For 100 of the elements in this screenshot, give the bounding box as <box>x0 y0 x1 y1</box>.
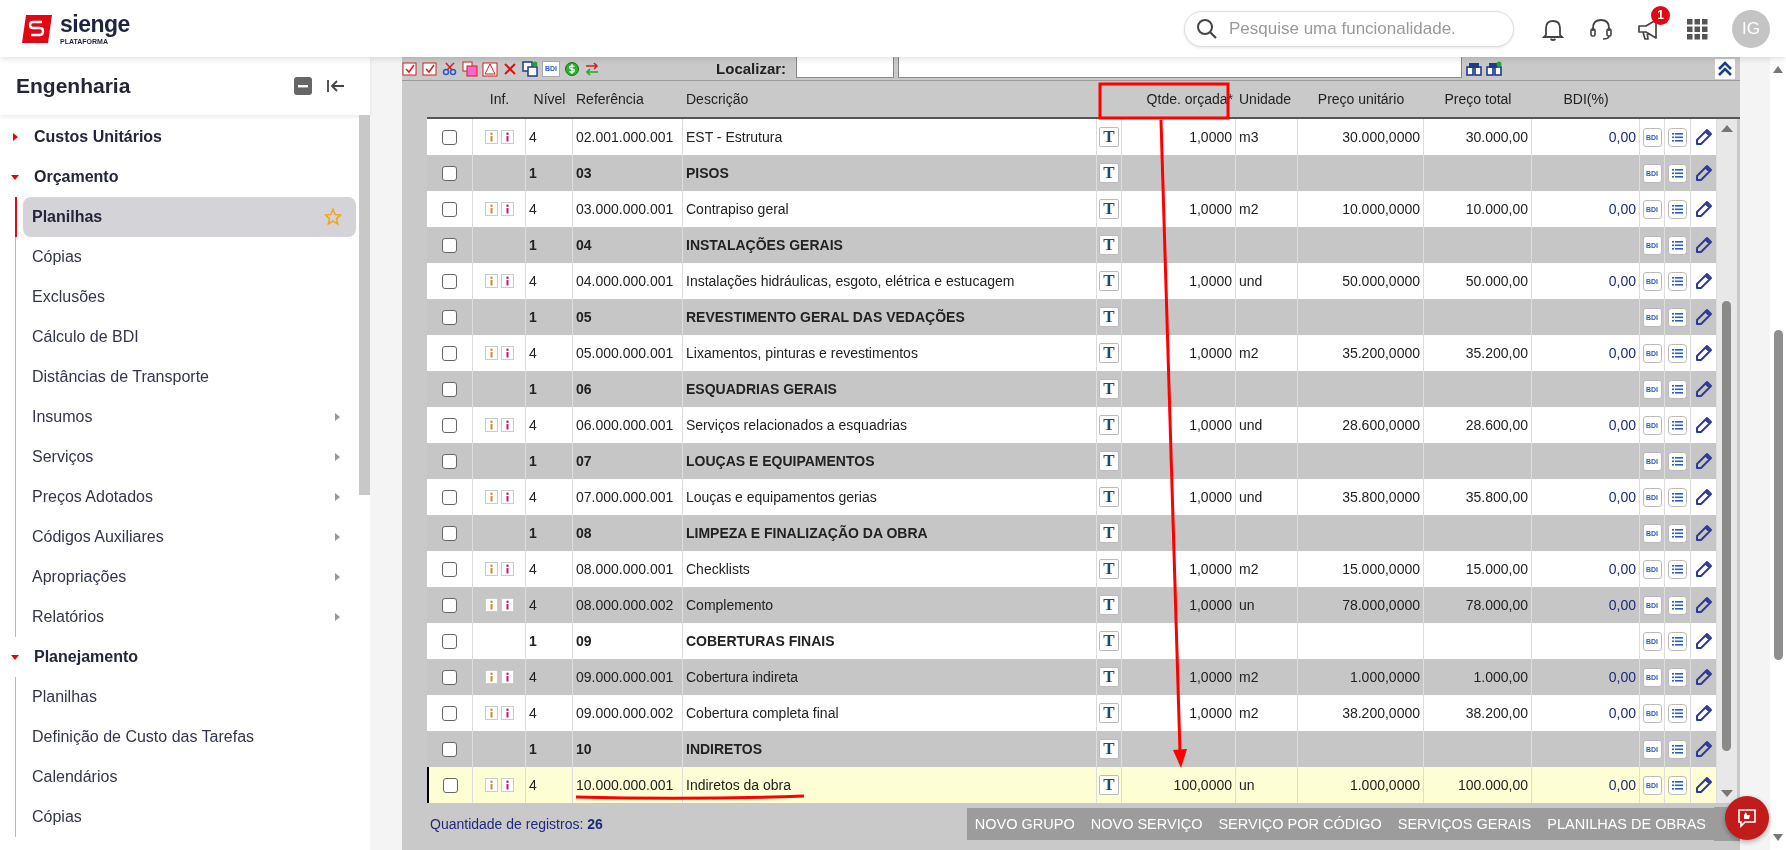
checkbox[interactable] <box>442 741 457 757</box>
edit-icon[interactable] <box>1694 200 1713 218</box>
text-button[interactable]: T <box>1099 451 1119 471</box>
scroll-up-icon[interactable] <box>1721 124 1733 132</box>
collapse-all-icon[interactable] <box>294 77 312 95</box>
list-icon[interactable] <box>1668 667 1687 687</box>
sidebar-item[interactable]: Cópias <box>23 237 356 277</box>
info-icon[interactable] <box>500 418 514 432</box>
info-icon[interactable] <box>500 598 514 612</box>
list-icon[interactable] <box>1668 379 1687 399</box>
info-icon[interactable] <box>484 346 498 360</box>
scroll-down-icon[interactable] <box>1773 834 1783 841</box>
info-icon[interactable] <box>500 346 514 360</box>
checkbox[interactable] <box>442 201 457 217</box>
edit-icon[interactable] <box>1694 164 1713 182</box>
checkbox[interactable] <box>442 525 457 541</box>
checkbox[interactable] <box>442 417 457 433</box>
checkbox[interactable] <box>442 633 457 649</box>
list-icon[interactable] <box>1668 703 1687 723</box>
text-button[interactable]: T <box>1099 595 1119 615</box>
edit-icon[interactable] <box>1694 272 1713 290</box>
text-button[interactable]: T <box>1099 703 1119 723</box>
list-icon[interactable] <box>1668 451 1687 471</box>
info-icon[interactable] <box>500 706 514 720</box>
edit-icon[interactable] <box>1694 236 1713 254</box>
checkbox[interactable] <box>442 129 457 145</box>
info-icon[interactable] <box>484 598 498 612</box>
info-icon[interactable] <box>500 274 514 288</box>
list-icon[interactable] <box>1668 487 1687 507</box>
sidebar-item[interactable]: Serviços <box>23 437 356 477</box>
scroll-up-icon[interactable] <box>1773 66 1783 73</box>
text-button[interactable]: T <box>1099 235 1119 255</box>
list-icon[interactable] <box>1668 631 1687 651</box>
info-icon[interactable] <box>500 670 514 684</box>
money-icon[interactable] <box>564 60 581 77</box>
edit-icon[interactable] <box>1694 488 1713 506</box>
list-icon[interactable] <box>1668 739 1687 759</box>
column-header[interactable]: Unidade <box>1236 91 1298 107</box>
column-header[interactable]: BDI(%) <box>1532 91 1640 107</box>
list-icon[interactable] <box>1668 163 1687 183</box>
info-icon[interactable] <box>500 490 514 504</box>
text-button[interactable]: T <box>1099 307 1119 327</box>
search-field[interactable] <box>898 56 1463 78</box>
checkbox[interactable] <box>442 705 457 721</box>
column-header[interactable]: Preço total <box>1424 91 1532 107</box>
text-button[interactable]: T <box>1099 523 1119 543</box>
sidebar-item[interactable]: Exclusões <box>23 277 356 317</box>
swap-icon[interactable] <box>584 60 601 77</box>
sidebar-item[interactable]: Cálculo de BDI <box>23 317 356 357</box>
text-button[interactable]: T <box>1099 343 1119 363</box>
list-icon[interactable] <box>1668 415 1687 435</box>
sidebar-item[interactable]: Definição de Custo das Tarefas <box>23 717 356 757</box>
scissors-icon[interactable] <box>442 60 458 77</box>
scrollbar-thumb[interactable] <box>1722 301 1731 751</box>
text-button[interactable]: T <box>1099 199 1119 219</box>
info-icon[interactable] <box>484 418 498 432</box>
info-icon[interactable] <box>484 706 498 720</box>
list-icon[interactable] <box>1668 523 1687 543</box>
info-icon[interactable] <box>500 202 514 216</box>
text-button[interactable]: T <box>1099 487 1119 507</box>
checkbox[interactable] <box>443 777 458 793</box>
sidebar-item[interactable]: Calendários <box>23 757 356 797</box>
checkbox[interactable] <box>442 669 457 685</box>
scrollbar-thumb[interactable] <box>1774 330 1783 660</box>
list-icon[interactable] <box>1668 307 1687 327</box>
edit-icon[interactable] <box>1694 128 1713 146</box>
list-icon[interactable] <box>1668 199 1687 219</box>
search-field[interactable] <box>796 56 895 78</box>
list-icon[interactable] <box>1668 559 1687 579</box>
list-icon[interactable] <box>1668 127 1687 147</box>
edit-icon[interactable] <box>1694 308 1713 326</box>
duplicate-icon[interactable] <box>522 60 538 77</box>
text-button[interactable]: T <box>1099 127 1119 147</box>
edit-icon[interactable] <box>1694 416 1713 434</box>
list-icon[interactable] <box>1668 775 1687 795</box>
edit-icon[interactable] <box>1694 596 1713 614</box>
text-button[interactable]: T <box>1099 775 1119 795</box>
info-icon[interactable] <box>484 130 498 144</box>
text-button[interactable]: T <box>1099 415 1119 435</box>
text-button[interactable]: T <box>1099 631 1119 651</box>
list-icon[interactable] <box>1668 271 1687 291</box>
feedback-button[interactable] <box>1725 796 1769 840</box>
info-icon[interactable] <box>500 778 514 792</box>
checklist-icon[interactable] <box>402 60 418 77</box>
info-icon[interactable] <box>484 778 498 792</box>
sidebar-item[interactable]: Cópias <box>23 797 356 837</box>
checkbox[interactable] <box>442 489 457 505</box>
checkbox[interactable] <box>442 237 457 253</box>
list-icon[interactable] <box>1668 235 1687 255</box>
column-header[interactable]: Preço unitário <box>1298 91 1424 107</box>
sidebar-section[interactable]: Planejamento <box>0 637 356 677</box>
info-icon[interactable] <box>484 490 498 504</box>
sidebar-item[interactable]: Distâncias de Transporte <box>23 357 356 397</box>
sidebar-item[interactable]: Preços Adotados <box>23 477 356 517</box>
checkbox[interactable] <box>442 561 457 577</box>
copy-icon[interactable] <box>462 60 478 77</box>
edit-icon[interactable] <box>1694 740 1713 758</box>
checkbox[interactable] <box>442 273 457 289</box>
column-header[interactable]: Nível <box>526 91 573 107</box>
edit-icon[interactable] <box>1694 632 1713 650</box>
